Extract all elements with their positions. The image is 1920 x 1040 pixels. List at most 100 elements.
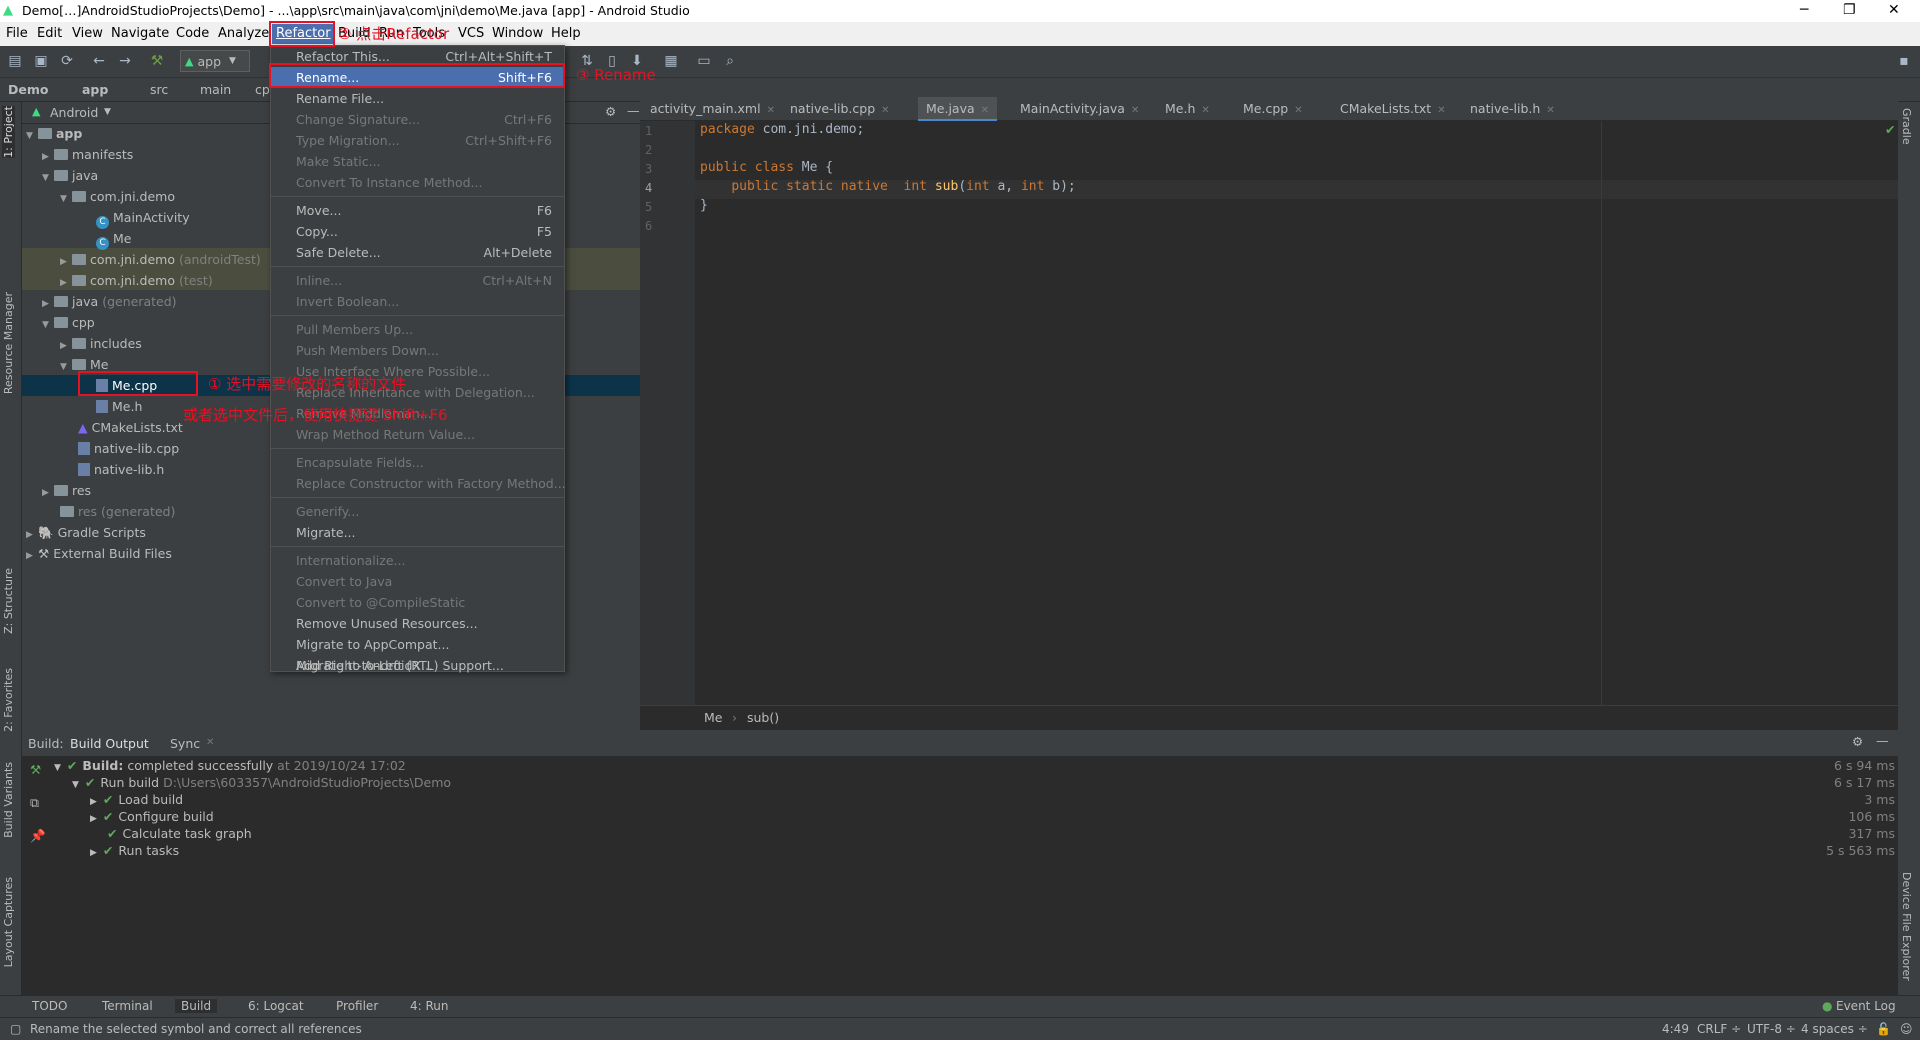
menu-item-compile-static[interactable]: Convert to @CompileStatic xyxy=(271,592,564,613)
tab-native-lib-h[interactable]: native-lib.h ✕ xyxy=(1470,97,1555,121)
copy-icon[interactable]: ⧉ xyxy=(30,795,39,811)
close-icon[interactable]: ✕ xyxy=(1131,105,1139,116)
configure-build-line[interactable]: ▶ ✔ Configure build xyxy=(90,809,214,824)
minimize-button[interactable]: ─ xyxy=(1800,2,1808,18)
close-button[interactable]: ✕ xyxy=(1888,2,1900,18)
menu-item-invert-boolean[interactable]: Invert Boolean... xyxy=(271,291,564,312)
tab-mainactivity-java[interactable]: MainActivity.java ✕ xyxy=(1020,97,1139,121)
build-status-line[interactable]: ▼ ✔ Build: completed successfully at 2019/… xyxy=(54,758,406,773)
menu-item-migrate[interactable]: Migrate... xyxy=(271,522,564,543)
make-hammer-icon[interactable]: ⚒ xyxy=(148,52,166,70)
tree-node-cpp[interactable]: ▼ cpp xyxy=(42,312,95,333)
menu-item-pull-members-up[interactable]: Pull Members Up... xyxy=(271,319,564,340)
gradle-tab[interactable]: Gradle xyxy=(1900,108,1913,145)
menu-file[interactable]: File xyxy=(6,26,28,41)
layout-captures-tab[interactable]: Layout Captures xyxy=(2,877,15,967)
status-panel-icon[interactable]: ▢ xyxy=(10,1022,21,1036)
code-editor[interactable] xyxy=(695,121,1898,705)
tree-node-app[interactable]: ▼ app xyxy=(26,123,82,144)
tree-node-res[interactable]: ▶ res xyxy=(42,480,91,501)
tab-me-java[interactable]: Me.java ✕ xyxy=(918,97,998,121)
close-icon[interactable]: ✕ xyxy=(881,105,889,116)
menu-window[interactable]: Window xyxy=(492,26,543,41)
nav-crumb-demo[interactable]: Demo xyxy=(8,82,48,97)
menu-analyze[interactable]: Analyze xyxy=(218,26,269,41)
close-icon[interactable]: ✕ xyxy=(1546,105,1554,116)
load-build-line[interactable]: ▶ ✔ Load build xyxy=(90,792,183,807)
menu-item-encapsulate-fields[interactable]: Encapsulate Fields... xyxy=(271,452,564,473)
menu-item-convert-to-instance[interactable]: Convert To Instance Method... xyxy=(271,172,564,193)
close-icon[interactable]: ✕ xyxy=(981,105,989,116)
tree-node-mainactivity[interactable]: C MainActivity xyxy=(96,207,190,229)
menu-item-generify[interactable]: Generify... xyxy=(271,501,564,522)
build-variants-tab[interactable]: Build Variants xyxy=(2,762,15,838)
tree-node-includes[interactable]: ▶ includes xyxy=(60,333,142,354)
tab-cmakelists[interactable]: CMakeLists.txt ✕ xyxy=(1340,97,1446,121)
tree-node-native-lib-cpp[interactable]: native-lib.cpp xyxy=(78,438,179,459)
layout-inspector-icon[interactable]: ▭ xyxy=(695,52,713,70)
tree-node-native-lib-h[interactable]: native-lib.h xyxy=(78,459,164,480)
search-icon[interactable]: ⌕ xyxy=(721,52,739,70)
menu-item-internationalize[interactable]: Internationalize... xyxy=(271,550,564,571)
menu-item-type-migration[interactable]: Type Migration... Ctrl+Shift+F6 xyxy=(271,130,564,151)
hide-panel-icon[interactable]: — xyxy=(1876,733,1889,748)
event-log-tab[interactable]: Event Log xyxy=(1836,999,1896,1013)
profiler-tab[interactable]: Profiler xyxy=(336,999,378,1013)
menu-edit[interactable]: Edit xyxy=(37,26,62,41)
pin-icon[interactable]: 📌 xyxy=(30,828,46,844)
close-icon[interactable]: ✕ xyxy=(1201,105,1209,116)
tree-node-gradle-scripts[interactable]: ▶ 🐘 Gradle Scripts xyxy=(26,522,146,543)
menu-item-migrate-appcompat[interactable]: Migrate to AppCompat... xyxy=(271,634,564,655)
close-icon[interactable]: ✕ xyxy=(206,737,214,748)
resource-manager-tab[interactable]: Resource Manager xyxy=(2,292,15,394)
tab-me-h[interactable]: Me.h ✕ xyxy=(1165,97,1210,121)
gear-icon[interactable]: ⚙ xyxy=(1852,734,1863,749)
nav-crumb-app[interactable]: app xyxy=(82,82,108,97)
task-graph-line[interactable]: ✔ Calculate task graph xyxy=(107,826,252,841)
menu-item-make-static[interactable]: Make Static... xyxy=(271,151,564,172)
breadcrumb-class[interactable]: Me xyxy=(704,710,722,725)
forward-arrow-icon[interactable]: → xyxy=(116,52,134,70)
favorites-tab[interactable]: 2: Favorites xyxy=(2,668,15,732)
tab-activity-main-xml[interactable]: activity_main.xml ✕ xyxy=(650,97,775,121)
menu-item-move[interactable]: Move... F6 xyxy=(271,200,564,221)
tree-node-external-build-files[interactable]: ▶ ⚒ External Build Files xyxy=(26,543,172,564)
menu-navigate[interactable]: Navigate xyxy=(111,26,169,41)
back-arrow-icon[interactable]: ← xyxy=(90,52,108,70)
restore-button[interactable]: ❐ xyxy=(1843,2,1856,18)
structure-tab[interactable]: Z: Structure xyxy=(2,568,15,634)
lock-icon[interactable]: 🔓 xyxy=(1876,1022,1891,1036)
tree-node-java[interactable]: ▼ java xyxy=(42,165,98,186)
tab-sync[interactable]: Sync xyxy=(170,736,200,751)
nav-crumb-main[interactable]: main xyxy=(200,82,231,97)
nav-crumb-cpp[interactable]: cp xyxy=(255,82,270,97)
notifications-icon[interactable]: ☺ xyxy=(1900,1022,1913,1036)
todo-tab[interactable]: TODO xyxy=(32,999,67,1013)
indent-setting[interactable]: 4 spaces ÷ xyxy=(1801,1022,1868,1036)
menu-vcs[interactable]: VCS xyxy=(458,26,484,41)
run-config-dropdown[interactable]: ▲ app ▼ xyxy=(180,50,250,72)
breadcrumb-method[interactable]: sub() xyxy=(747,710,779,725)
tab-me-cpp[interactable]: Me.cpp ✕ xyxy=(1243,97,1303,121)
terminal-tab[interactable]: Terminal xyxy=(102,999,153,1013)
rebuild-hammer-icon[interactable]: ⚒ xyxy=(30,762,41,777)
run-tasks-line[interactable]: ▶ ✔ Run tasks xyxy=(90,843,179,858)
menu-item-safe-delete[interactable]: Safe Delete... Alt+Delete xyxy=(271,242,564,263)
tab-native-lib-cpp[interactable]: native-lib.cpp ✕ xyxy=(790,97,890,121)
close-icon[interactable]: ✕ xyxy=(767,105,775,116)
open-folder-icon[interactable]: ▤ xyxy=(6,52,24,70)
close-icon[interactable]: ✕ xyxy=(1294,105,1302,116)
tree-node-me-h[interactable]: Me.h xyxy=(96,396,142,417)
menu-code[interactable]: Code xyxy=(176,26,209,41)
menu-item-inline[interactable]: Inline... Ctrl+Alt+N xyxy=(271,270,564,291)
line-separator[interactable]: CRLF ÷ xyxy=(1697,1022,1741,1036)
build-tab[interactable]: Build xyxy=(175,999,218,1013)
gear-icon[interactable]: ⚙ xyxy=(605,104,616,119)
run-tab[interactable]: 4: Run xyxy=(410,999,449,1013)
menu-item-wrap-return-value[interactable]: Wrap Method Return Value... xyxy=(271,424,564,445)
sync-icon[interactable]: ⟳ xyxy=(58,52,76,70)
menu-item-rtl-support[interactable]: Add Right-to-Left (RTL) Support... xyxy=(271,655,564,676)
tree-node-package-androidtest[interactable]: ▶ com.jni.demo (androidTest) xyxy=(60,249,261,270)
tree-node-java-generated[interactable]: ▶ java (generated) xyxy=(42,291,177,312)
save-icon[interactable]: ▣ xyxy=(32,52,50,70)
